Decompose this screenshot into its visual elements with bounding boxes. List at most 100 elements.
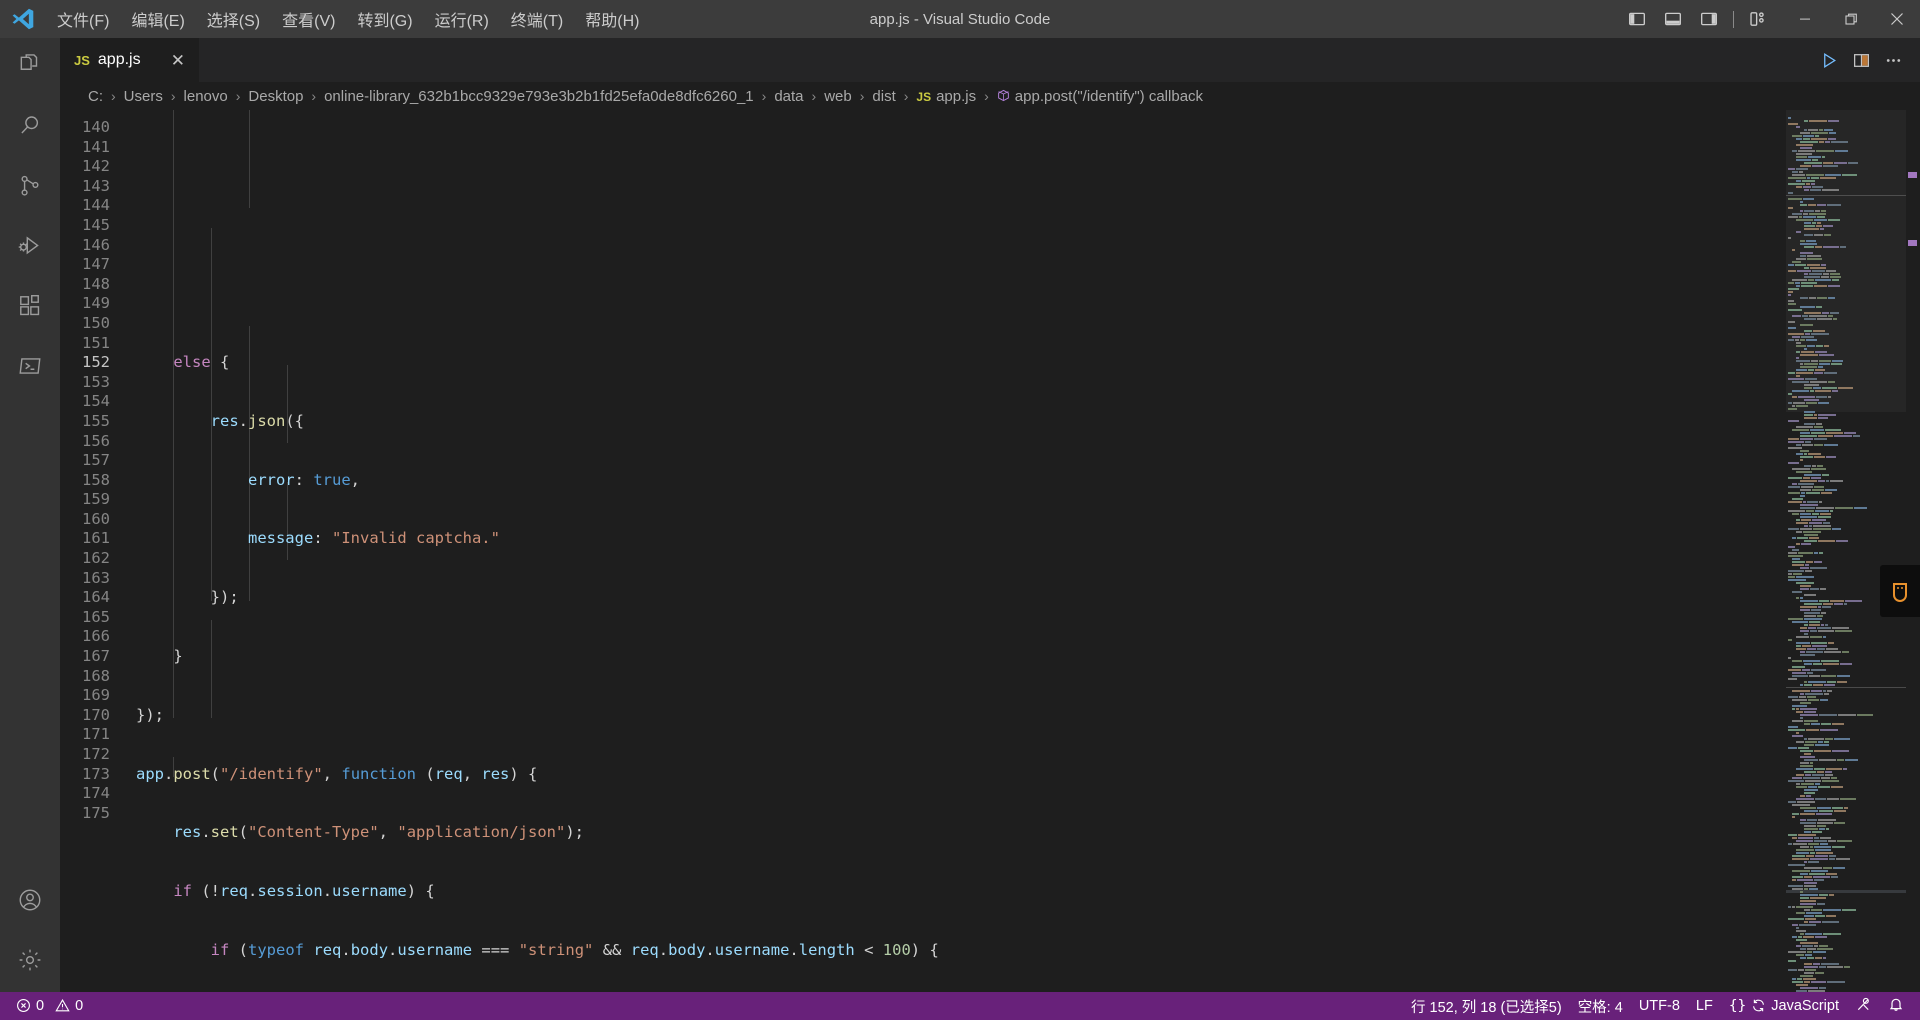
more-actions-button[interactable] — [1878, 38, 1908, 82]
minimap-token — [1817, 614, 1823, 617]
minimap-token — [1800, 626, 1807, 629]
usb-device-indicator[interactable] — [1880, 565, 1920, 617]
minimap-token — [1800, 503, 1818, 506]
breadcrumb-lenovo[interactable]: lenovo — [182, 88, 230, 105]
minimap-token — [1808, 368, 1814, 371]
minimap-token — [1844, 602, 1847, 605]
toggle-panel-icon[interactable] — [1655, 0, 1691, 38]
manage-settings-button[interactable] — [0, 932, 60, 992]
status-eol[interactable]: LF — [1688, 998, 1721, 1014]
code-scroll-area[interactable]: 140 141 142 143 144 145 146 147 148 149 … — [60, 110, 1786, 992]
minimize-button[interactable] — [1782, 0, 1828, 38]
minimap-token — [1818, 515, 1831, 518]
minimap[interactable] — [1786, 110, 1906, 992]
menu-view[interactable]: 查看(V) — [271, 0, 346, 38]
menu-selection[interactable]: 选择(S) — [196, 0, 271, 38]
minimap-token — [1809, 272, 1822, 275]
breadcrumb-users[interactable]: Users — [122, 88, 165, 105]
minimap-token — [1799, 923, 1816, 926]
status-feedback[interactable] — [1847, 996, 1880, 1017]
status-indentation[interactable]: 空格: 4 — [1570, 996, 1631, 1017]
menu-terminal[interactable]: 终端(T) — [500, 0, 574, 38]
close-icon[interactable]: ✕ — [157, 52, 185, 69]
minimap-token — [1828, 119, 1839, 122]
run-code-button[interactable] — [1814, 38, 1844, 82]
sidebar-item-source-control[interactable] — [0, 158, 60, 218]
minimap-token — [1796, 944, 1801, 947]
minimap-token — [1816, 506, 1834, 509]
breadcrumb-dist[interactable]: dist — [870, 88, 897, 105]
minimap-token — [1796, 635, 1809, 638]
breadcrumb-file[interactable]: JS app.js — [914, 88, 978, 105]
vscode-logo-icon — [0, 6, 46, 32]
menu-edit[interactable]: 编辑(E) — [120, 0, 195, 38]
minimap-token — [1796, 350, 1800, 353]
minimap-token — [1802, 668, 1810, 671]
sidebar-item-explorer[interactable] — [0, 38, 60, 98]
status-encoding[interactable]: UTF-8 — [1631, 998, 1688, 1014]
minimap-token — [1800, 164, 1811, 167]
minimap-token — [1804, 980, 1810, 983]
close-button[interactable] — [1874, 0, 1920, 38]
tab-app-js[interactable]: JS app.js ✕ — [60, 38, 200, 82]
minimap-token — [1818, 629, 1834, 632]
status-cursor-position[interactable]: 行 152, 列 18 (已选择5) — [1403, 996, 1570, 1017]
menu-run[interactable]: 运行(R) — [424, 0, 500, 38]
maximize-button[interactable] — [1828, 0, 1874, 38]
minimap-token — [1843, 767, 1847, 770]
minimap-token — [1825, 173, 1841, 176]
js-file-icon: JS — [74, 52, 90, 68]
sidebar-item-search[interactable] — [0, 98, 60, 158]
title-bar-right-controls — [1619, 0, 1920, 38]
minimap-token — [1822, 605, 1831, 608]
minimap-token — [1796, 596, 1799, 599]
minimap-token — [1817, 770, 1824, 773]
overview-ruler[interactable] — [1906, 110, 1920, 992]
minimap-token — [1796, 848, 1814, 851]
minimap-token — [1816, 851, 1833, 854]
minimap-token — [1803, 500, 1806, 503]
minimap-token — [1811, 431, 1825, 434]
menu-go[interactable]: 转到(G) — [346, 0, 423, 38]
minimap-token — [1800, 941, 1818, 944]
minimap-token — [1788, 491, 1800, 494]
minimap-token — [1826, 827, 1829, 830]
status-problems[interactable]: 0 0 — [8, 998, 91, 1015]
breadcrumb-data[interactable]: data — [772, 88, 805, 105]
minimap-token — [1816, 812, 1832, 815]
minimap-token — [1796, 155, 1807, 158]
toggle-primary-sidebar-icon[interactable] — [1619, 0, 1655, 38]
minimap-token — [1804, 119, 1808, 122]
line-number: 141 — [82, 137, 110, 156]
minimap-token — [1788, 551, 1797, 554]
minimap-token — [1804, 788, 1818, 791]
menu-help[interactable]: 帮助(H) — [574, 0, 650, 38]
minimap-token — [1813, 962, 1820, 965]
status-notifications[interactable] — [1880, 996, 1912, 1016]
sidebar-item-extensions[interactable] — [0, 278, 60, 338]
minimap-token — [1803, 476, 1810, 479]
minimap-token — [1796, 911, 1805, 914]
toggle-secondary-sidebar-icon[interactable] — [1691, 0, 1727, 38]
minimap-token — [1792, 173, 1805, 176]
sidebar-item-remote-terminal[interactable] — [0, 338, 60, 398]
breadcrumb-web[interactable]: web — [822, 88, 854, 105]
minimap-token — [1816, 224, 1822, 227]
minimap-token — [1848, 161, 1858, 164]
minimap-token — [1800, 812, 1815, 815]
breadcrumb-drive[interactable]: C: — [86, 88, 105, 105]
sidebar-item-run-debug[interactable] — [0, 218, 60, 278]
minimap-token — [1808, 860, 1819, 863]
customize-layout-icon[interactable] — [1740, 0, 1776, 38]
minimap-token — [1807, 947, 1816, 950]
minimap-token — [1800, 494, 1805, 497]
minimap-token — [1804, 245, 1814, 248]
code-content[interactable]: else { res.json({ error: true, message: … — [136, 110, 1786, 992]
split-editor-button[interactable] — [1846, 38, 1876, 82]
breadcrumb-desktop[interactable]: Desktop — [246, 88, 305, 105]
breadcrumb-project[interactable]: online-library_632b1bcc9329e793e3b2b1fd2… — [322, 88, 756, 105]
status-language-mode[interactable]: {} JavaScript — [1721, 998, 1847, 1015]
breadcrumb-symbol[interactable]: app.post("/identify") callback — [995, 88, 1205, 105]
accounts-button[interactable] — [0, 872, 60, 932]
menu-file[interactable]: 文件(F) — [46, 0, 120, 38]
